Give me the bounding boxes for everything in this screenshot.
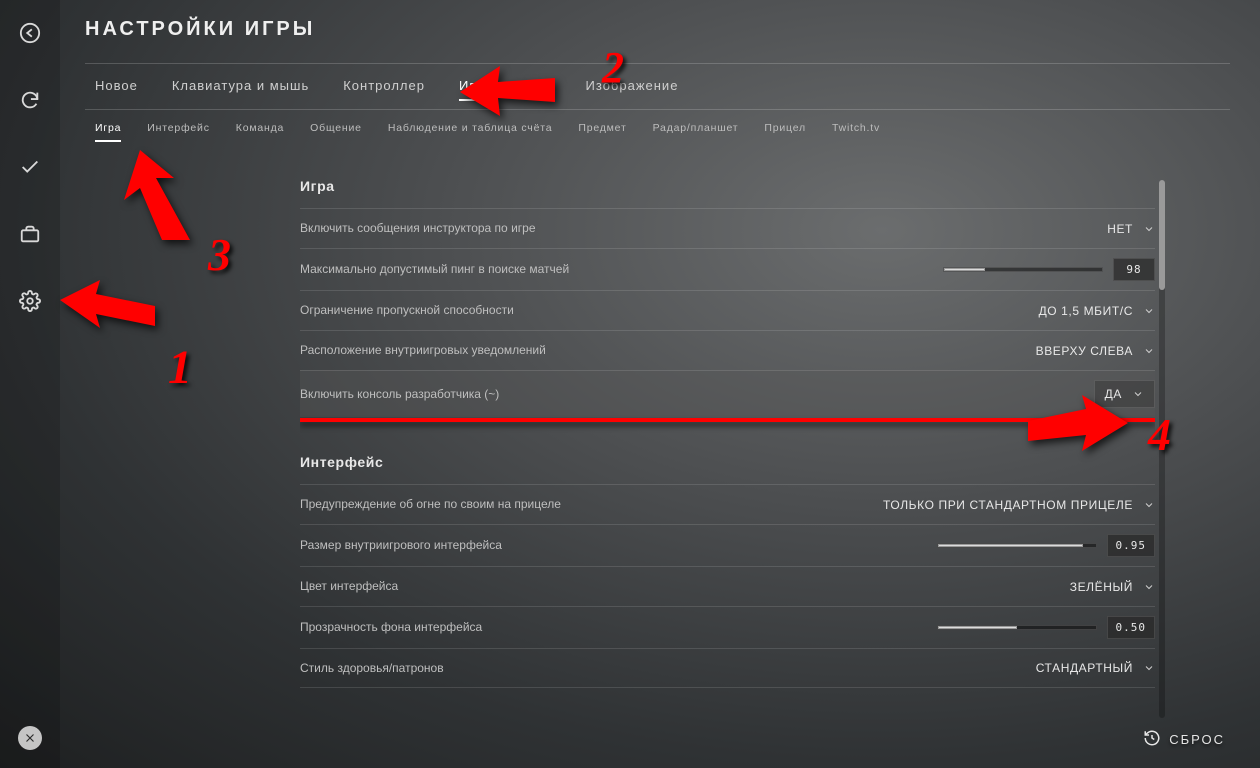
secondary-tabs: Игра Интерфейс Команда Общение Наблюдени… [85, 110, 1230, 148]
dropdown-value: НЕТ [1107, 222, 1133, 236]
dropdown-value: ДО 1,5 МБИТ/С [1039, 304, 1133, 318]
chevron-down-icon [1143, 223, 1155, 235]
left-icon-rail [0, 0, 60, 768]
chevron-down-icon [1143, 499, 1155, 511]
slider-max-ping[interactable] [943, 267, 1103, 272]
label: Предупреждение об огне по своим на прице… [300, 496, 561, 513]
row-hud-alpha: Прозрачность фона интерфейса 0.50 [300, 606, 1155, 648]
value-hud-alpha[interactable]: 0.50 [1107, 616, 1156, 639]
tab-keyboard-mouse[interactable]: Клавиатура и мышь [172, 78, 309, 99]
value-hud-scale[interactable]: 0.95 [1107, 534, 1156, 557]
dropdown-health-style[interactable]: СТАНДАРТНЫЙ [1036, 661, 1155, 675]
check-icon[interactable] [19, 156, 41, 183]
tab-video[interactable]: Изображение [586, 78, 679, 99]
briefcase-icon[interactable] [19, 223, 41, 250]
annotation-arrow-2 [460, 62, 555, 130]
annotation-arrow-4 [1028, 395, 1128, 465]
chevron-down-icon [1132, 388, 1144, 400]
subtab-item[interactable]: Предмет [578, 122, 626, 140]
section-title-interface: Интерфейс [300, 454, 1155, 470]
history-icon [1143, 729, 1161, 750]
slider-hud-scale[interactable] [937, 543, 1097, 548]
annotation-arrow-3 [110, 150, 190, 240]
refresh-icon[interactable] [19, 89, 41, 116]
tab-new[interactable]: Новое [95, 78, 138, 99]
chevron-down-icon [1143, 662, 1155, 674]
row-hud-color: Цвет интерфейса ЗЕЛЁНЫЙ [300, 566, 1155, 606]
dropdown-hud-color[interactable]: ЗЕЛЁНЫЙ [1070, 580, 1155, 594]
row-max-ping: Максимально допустимый пинг в поиске мат… [300, 248, 1155, 290]
dropdown-value: СТАНДАРТНЫЙ [1036, 661, 1133, 675]
label: Включить сообщения инструктора по игре [300, 220, 536, 237]
dropdown-notif-pos[interactable]: ВВЕРХУ СЛЕВА [1036, 344, 1155, 358]
dropdown-bandwidth[interactable]: ДО 1,5 МБИТ/С [1039, 304, 1155, 318]
tab-controller[interactable]: Контроллер [343, 78, 425, 99]
dropdown-instructor[interactable]: НЕТ [1107, 222, 1155, 236]
gear-icon[interactable] [19, 290, 41, 317]
annotation-number-1: 1 [168, 340, 192, 395]
dropdown-value: ВВЕРХУ СЛЕВА [1036, 344, 1133, 358]
section-title-game: Игра [300, 178, 1155, 194]
label: Стиль здоровья/патронов [300, 660, 444, 677]
dropdown-value: ЗЕЛЁНЫЙ [1070, 580, 1133, 594]
row-hud-scale: Размер внутриигрового интерфейса 0.95 [300, 524, 1155, 566]
row-health-style: Стиль здоровья/патронов СТАНДАРТНЫЙ [300, 648, 1155, 688]
annotation-number-2: 2 [602, 42, 624, 93]
label: Включить консоль разработчика (~) [300, 386, 499, 403]
label: Размер внутриигрового интерфейса [300, 537, 502, 554]
dropdown-value: ТОЛЬКО ПРИ СТАНДАРТНОМ ПРИЦЕЛЕ [883, 498, 1133, 512]
scrollbar-thumb[interactable] [1159, 180, 1165, 290]
annotation-underline [300, 418, 1155, 422]
value-max-ping[interactable]: 98 [1113, 258, 1155, 281]
row-bandwidth-limit: Ограничение пропускной способности ДО 1,… [300, 290, 1155, 330]
chevron-down-icon [1143, 581, 1155, 593]
close-icon[interactable] [18, 726, 42, 750]
subtab-communication[interactable]: Общение [310, 122, 362, 140]
row-developer-console: Включить консоль разработчика (~) ДА [300, 370, 1155, 417]
subtab-twitch[interactable]: Twitch.tv [832, 122, 880, 140]
label: Ограничение пропускной способности [300, 302, 514, 319]
reset-button[interactable]: СБРОС [1143, 729, 1225, 750]
label: Прозрачность фона интерфейса [300, 619, 482, 636]
chevron-down-icon [1143, 345, 1155, 357]
subtab-interface[interactable]: Интерфейс [147, 122, 210, 140]
annotation-number-3: 3 [208, 228, 231, 281]
subtab-radar[interactable]: Радар/планшет [653, 122, 739, 140]
row-instructor-messages: Включить сообщения инструктора по игре Н… [300, 208, 1155, 248]
reset-label: СБРОС [1169, 732, 1225, 747]
settings-panel: Игра Включить сообщения инструктора по и… [300, 160, 1155, 728]
dropdown-friendly-fire[interactable]: ТОЛЬКО ПРИ СТАНДАРТНОМ ПРИЦЕЛЕ [883, 498, 1155, 512]
annotation-number-4: 4 [1148, 408, 1171, 461]
label: Расположение внутриигровых уведомлений [300, 342, 546, 359]
row-friendly-fire-warning: Предупреждение об огне по своим на прице… [300, 484, 1155, 524]
chevron-down-icon [1143, 305, 1155, 317]
annotation-arrow-1 [60, 280, 155, 350]
subtab-team[interactable]: Команда [236, 122, 284, 140]
subtab-crosshair[interactable]: Прицел [764, 122, 806, 140]
row-notification-position: Расположение внутриигровых уведомлений В… [300, 330, 1155, 370]
slider-hud-alpha[interactable] [937, 625, 1097, 630]
label: Максимально допустимый пинг в поиске мат… [300, 261, 569, 278]
back-icon[interactable] [19, 22, 41, 49]
label: Цвет интерфейса [300, 578, 398, 595]
subtab-game[interactable]: Игра [95, 122, 121, 140]
page-title: НАСТРОЙКИ ИГРЫ [85, 18, 1230, 41]
primary-tabs: Новое Клавиатура и мышь Контроллер Игра … [85, 64, 1230, 109]
